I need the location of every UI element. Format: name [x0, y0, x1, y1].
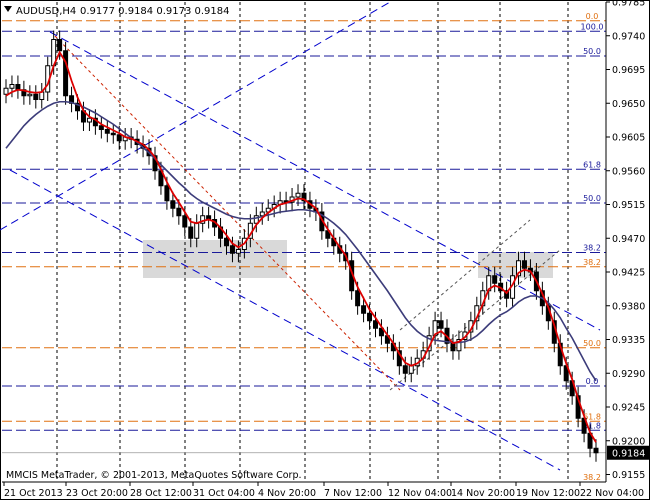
candle-body — [259, 211, 265, 217]
price-tick-label: 0.9200 — [612, 436, 645, 447]
candle-body — [176, 207, 182, 217]
price-tick-label: 0.9560 — [612, 166, 645, 177]
price-tick-label: 0.9785 — [612, 0, 645, 9]
candle-body — [402, 365, 408, 374]
date-tick-label: 31 Oct 04:00 — [193, 488, 255, 499]
date-tick-label: 28 Oct 12:00 — [130, 488, 192, 499]
candle-body — [450, 342, 456, 352]
price-tick-label: 0.9380 — [612, 301, 645, 312]
price-chart[interactable]: 0.0100.050.061.850.038.238.250.00.061.86… — [0, 0, 650, 500]
candle-body — [110, 132, 116, 136]
copyright-label: MMCIS MetaTrader, © 2001-2013, MetaQuote… — [6, 470, 302, 481]
date-tick-label: 22 Nov 04:00 — [580, 488, 644, 499]
candle-body — [98, 125, 104, 130]
fib-level-label: 0.0 — [586, 377, 599, 386]
chart-frame — [0, 0, 650, 500]
candle-body — [39, 91, 45, 100]
candle-body — [229, 245, 235, 254]
price-tick-label: 0.9245 — [612, 403, 645, 414]
candle-body — [367, 312, 373, 322]
candle-body — [235, 249, 241, 254]
date-tick-label: 4 Nov 20:00 — [258, 488, 316, 499]
candle-body — [9, 84, 15, 89]
candle-body — [295, 192, 301, 198]
candle-body — [224, 237, 230, 247]
date-tick-label: 19 Nov 12:00 — [516, 488, 580, 499]
price-tick-label: 0.9155 — [612, 470, 645, 481]
price-tick-label: 0.9335 — [612, 335, 645, 346]
ohlc-label: 0.9177 0.9184 0.9173 0.9184 — [80, 6, 230, 17]
candle-body — [593, 447, 599, 454]
candle-body — [3, 87, 9, 95]
candle-body — [104, 129, 110, 134]
price-tick-label: 0.9740 — [612, 31, 645, 42]
fib-level-label: 0.0 — [586, 12, 599, 21]
candle-body — [164, 185, 170, 202]
candle-body — [408, 365, 414, 374]
chart-window[interactable]: 0.0 100.0 50.0 61.8 50.0 38.2 38.2 50.0 0.0 61.8 6… — [0, 0, 650, 500]
candle-body — [57, 39, 63, 52]
date-tick-label: 14 Nov 20:00 — [451, 488, 515, 499]
candle-body — [170, 200, 176, 209]
price-tick-label: 0.9470 — [612, 234, 645, 245]
consolidation-zone — [143, 240, 287, 278]
fib-level-label: 50.0 — [583, 339, 601, 348]
price-tick-label: 0.9425 — [612, 268, 645, 279]
fib-level-label: 100.0 — [581, 22, 604, 31]
candle-body — [438, 320, 444, 329]
fib-level-label: 61.8 — [583, 160, 601, 169]
candle-body — [372, 320, 378, 329]
date-tick-label: 21 Oct 2013 — [4, 488, 63, 499]
price-tick-label: 0.9650 — [612, 99, 645, 110]
price-tick-label: 0.9290 — [612, 369, 645, 380]
candle-body — [63, 50, 69, 97]
candle-body — [194, 222, 200, 239]
price-tick-label: 0.9695 — [612, 65, 645, 76]
candle-body — [492, 275, 498, 284]
fib-level-label: 38.2 — [583, 473, 601, 482]
price-tick-label: 0.9605 — [612, 133, 645, 144]
current-price-label: 0.9184 — [612, 448, 645, 459]
fib-level-label: 50.0 — [583, 194, 601, 203]
fib-level-label: 38.2 — [583, 244, 601, 253]
fib-level-label: 50.0 — [583, 47, 601, 56]
candle-body — [188, 226, 194, 239]
consolidation-zone — [478, 252, 553, 278]
date-tick-label: 12 Nov 04:00 — [388, 488, 452, 499]
price-tick-label: 0.9515 — [612, 200, 645, 211]
candle-body — [86, 117, 92, 123]
date-tick-label: 7 Nov 12:00 — [324, 488, 382, 499]
date-tick-label: 23 Oct 20:00 — [66, 488, 128, 499]
symbol-label: AUDUSD,H4 — [16, 6, 76, 17]
candle-body — [182, 215, 188, 228]
candle-body — [355, 290, 361, 307]
candle-body — [33, 93, 39, 100]
candle-body — [116, 134, 122, 142]
candle-body — [521, 260, 527, 269]
candle-body — [27, 93, 33, 97]
fib-level-label: 38.2 — [583, 258, 601, 267]
candle-body — [361, 305, 367, 314]
